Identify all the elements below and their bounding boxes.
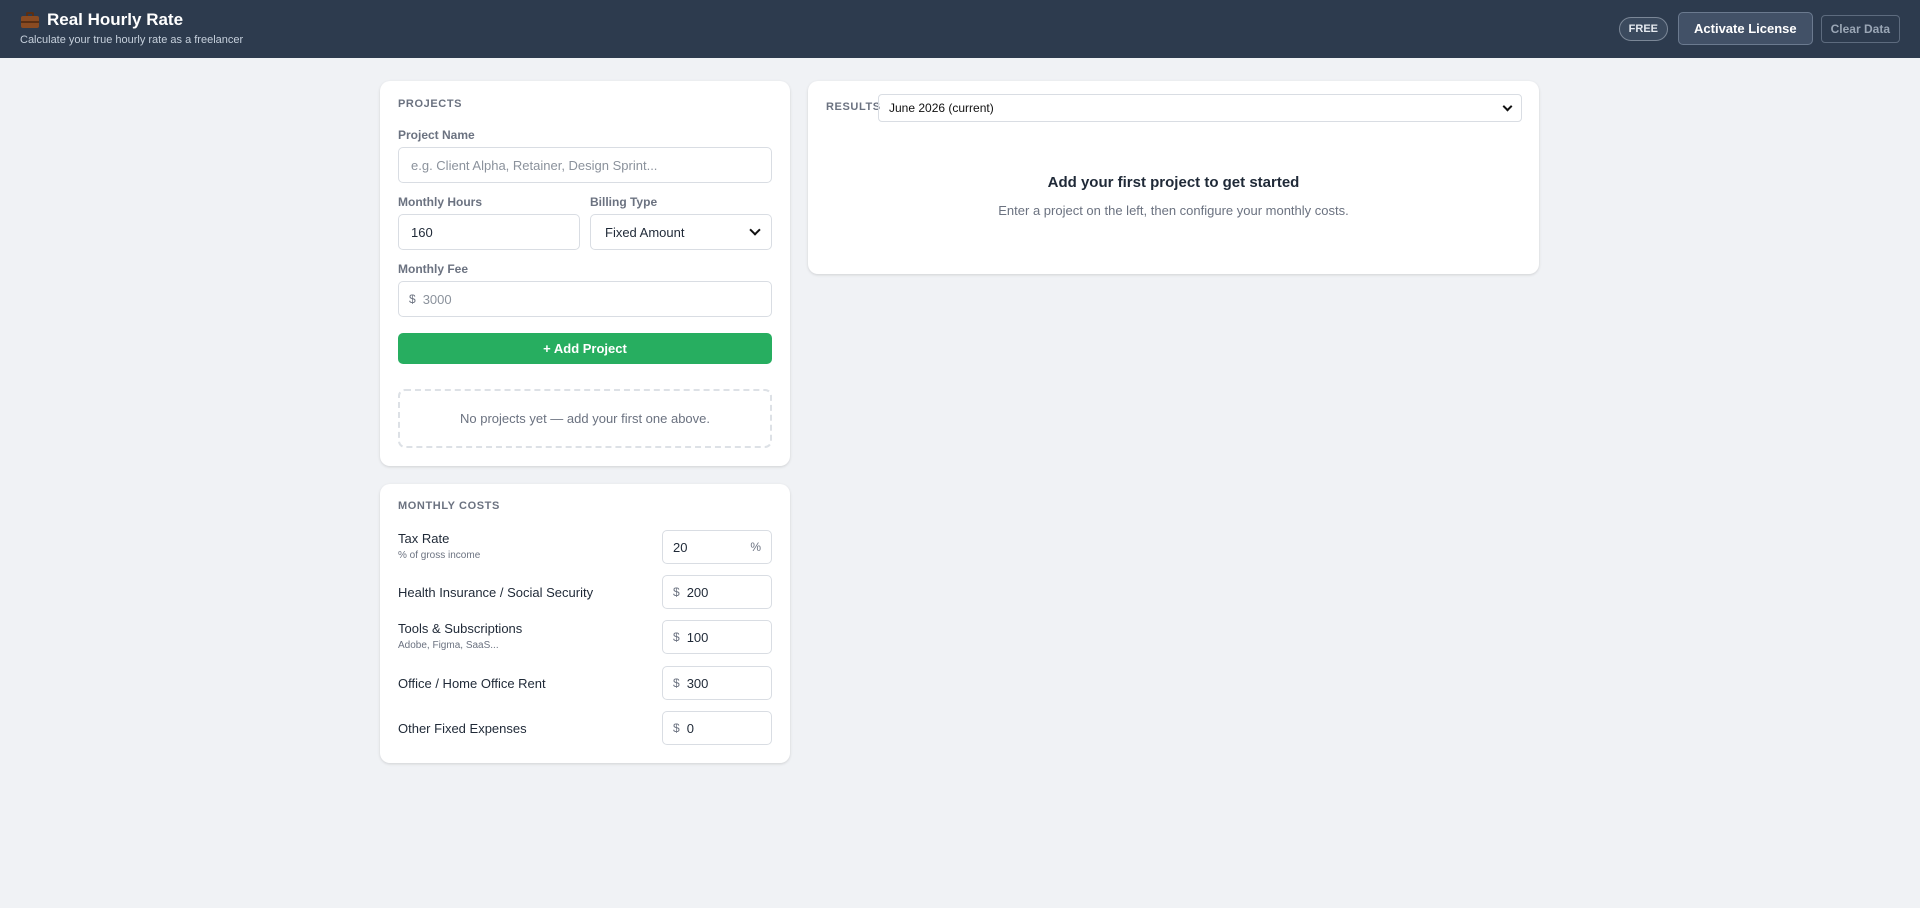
month-select[interactable]: June 2026 (current) (878, 94, 1522, 122)
tax-rate-hint: % of gross income (398, 550, 481, 561)
projects-card: PROJECTS Project Name e.g. Client Alpha,… (380, 81, 790, 466)
chevron-down-icon (1502, 101, 1513, 111)
monthly-hours-label: Monthly Hours (398, 195, 482, 209)
results-card: RESULTS June 2026 (current) Add your fir… (808, 81, 1539, 274)
briefcase-icon (20, 11, 40, 29)
other-expenses-input[interactable]: $ 0 (662, 711, 772, 745)
health-insurance-label: Health Insurance / Social Security (398, 585, 594, 600)
results-empty-subtitle: Enter a project on the left, then config… (998, 203, 1349, 218)
month-select-value: June 2026 (current) (889, 101, 994, 115)
project-name-input[interactable]: e.g. Client Alpha, Retainer, Design Spri… (398, 147, 772, 183)
office-rent-value: 300 (686, 675, 709, 691)
monthly-fee-input[interactable]: $ 3000 (398, 281, 772, 317)
monthly-hours-value: 160 (411, 224, 433, 240)
projects-empty-message: No projects yet — add your first one abo… (459, 411, 710, 426)
projects-empty-state: No projects yet — add your first one abo… (398, 389, 772, 448)
office-rent-label: Office / Home Office Rent (398, 676, 546, 691)
tax-rate-value: 20 (673, 539, 688, 555)
app-subtitle: Calculate your true hourly rate as a fre… (20, 34, 244, 46)
billing-type-label: Billing Type (590, 195, 658, 209)
activate-license-button[interactable]: Activate License (1678, 12, 1813, 45)
monthly-hours-input[interactable]: 160 (398, 214, 580, 250)
brand: Real Hourly Rate Calculate your true hou… (20, 10, 243, 46)
monthly-fee-placeholder: 3000 (422, 291, 452, 307)
costs-section-title: MONTHLY COSTS (398, 500, 500, 512)
currency-prefix: $ (673, 585, 680, 599)
health-insurance-value: 200 (686, 584, 709, 600)
clear-data-button[interactable]: Clear Data (1820, 14, 1900, 43)
add-project-button[interactable]: + Add Project (398, 333, 772, 364)
currency-prefix: $ (673, 630, 680, 644)
project-name-label: Project Name (398, 128, 475, 142)
chevron-down-icon (749, 224, 761, 236)
plan-badge: FREE (1618, 16, 1669, 41)
billing-type-select[interactable]: Fixed Amount (590, 214, 772, 250)
currency-prefix: $ (409, 292, 416, 306)
monthly-costs-card: MONTHLY COSTS Tax Rate % of gross income… (380, 484, 790, 763)
other-expenses-label: Other Fixed Expenses (398, 721, 527, 736)
other-expenses-value: 0 (686, 720, 694, 736)
tools-subscriptions-input[interactable]: $ 100 (662, 620, 772, 654)
results-empty-title: Add your first project to get started (1047, 174, 1300, 191)
tools-subscriptions-label: Tools & Subscriptions (398, 621, 523, 636)
app-title: Real Hourly Rate (47, 10, 184, 29)
project-name-placeholder: e.g. Client Alpha, Retainer, Design Spri… (411, 157, 658, 173)
tools-subscriptions-value: 100 (686, 629, 709, 645)
tax-rate-input[interactable]: 20 % (662, 530, 772, 564)
office-rent-input[interactable]: $ 300 (662, 666, 772, 700)
percent-suffix: % (750, 540, 761, 554)
app-header: Real Hourly Rate Calculate your true hou… (0, 0, 1920, 58)
results-label: RESULTS (826, 101, 881, 113)
currency-prefix: $ (673, 676, 680, 690)
monthly-fee-label: Monthly Fee (398, 262, 469, 276)
currency-prefix: $ (673, 721, 680, 735)
billing-type-value: Fixed Amount (605, 224, 685, 240)
projects-section-title: PROJECTS (398, 98, 463, 110)
health-insurance-input[interactable]: $ 200 (662, 575, 772, 609)
tools-subscriptions-hint: Adobe, Figma, SaaS... (398, 640, 499, 651)
tax-rate-label: Tax Rate (398, 531, 450, 546)
